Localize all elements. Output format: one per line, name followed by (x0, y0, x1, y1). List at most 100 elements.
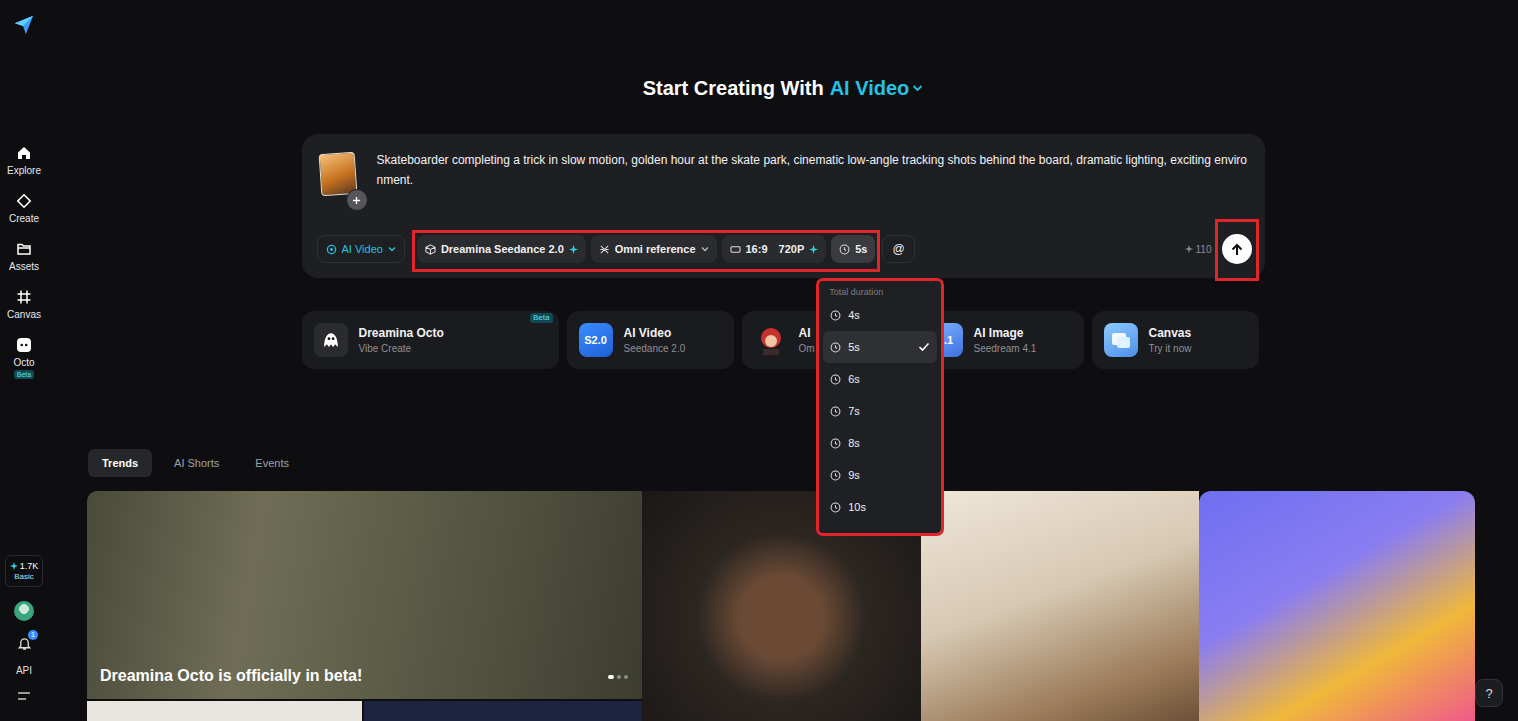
prompt-card: Skateboarder completing a trick in slow … (302, 134, 1265, 278)
octo-icon (16, 337, 32, 353)
title-text: Start Creating With (643, 76, 824, 100)
folder-icon (16, 241, 32, 257)
gallery-card[interactable] (364, 701, 642, 721)
shortcut-title: Dreamina Octo (359, 326, 444, 340)
mode-chip[interactable]: AI Video (317, 235, 405, 263)
sidebar-label: Octo (13, 357, 34, 369)
arrow-up-icon (1231, 243, 1243, 256)
clock-icon (830, 470, 841, 481)
shortcut-subtitle: Vibe Create (359, 343, 444, 354)
clock-icon (830, 406, 841, 417)
mode-selector[interactable]: AI Video (830, 76, 924, 100)
shortcut-text: Dreamina Octo Vibe Create (359, 326, 444, 354)
feed-tabs: Trends AI Shorts Events (48, 449, 1518, 477)
home-icon (16, 145, 32, 161)
sidebar-item[interactable]: Explore (7, 145, 41, 177)
clock-icon (830, 438, 841, 449)
sidebar-label: Create (9, 213, 39, 225)
credits-box[interactable]: 1.7K Basic (5, 555, 43, 587)
reference-chip[interactable]: Omni reference (591, 235, 717, 263)
help-button[interactable]: ? (1475, 679, 1503, 707)
banner-card[interactable]: Dreamina Octo is officially in beta! (87, 491, 642, 699)
duration-chip[interactable]: 5s (831, 235, 875, 263)
beta-badge: Beta (14, 370, 34, 379)
prompt-top: Skateboarder completing a trick in slow … (317, 150, 1252, 220)
clock-icon (830, 374, 841, 385)
sidebar-item[interactable]: Assets (9, 241, 39, 273)
notifications-button[interactable]: 1 (16, 635, 32, 651)
feed-tab[interactable]: Trends (88, 449, 152, 477)
duration-menu: Total duration 4s 5s 6s 7s 8s 9s 10s (819, 281, 941, 533)
gallery-column: Dreamina Octo is officially in beta! (87, 491, 642, 721)
shortcut-title: AI (799, 326, 815, 340)
gallery-row (87, 701, 642, 721)
avatar-icon (756, 325, 786, 355)
add-reference-button[interactable] (346, 189, 368, 211)
main-area: Start Creating With AI Video Skateboarde… (48, 0, 1518, 721)
carousel-dots (608, 675, 628, 679)
shortcut-subtitle: Om (799, 343, 815, 354)
duration-option[interactable]: 4s (823, 299, 937, 331)
shortcut-subtitle: Seedream 4.1 (974, 343, 1037, 354)
feed-tab[interactable]: AI Shorts (160, 449, 233, 477)
shortcut-card[interactable]: Canvas Try it now (1092, 311, 1259, 369)
duration-option[interactable]: 10s (823, 491, 937, 523)
gallery-card[interactable] (1199, 491, 1475, 721)
shortcut-subtitle: Seedance 2.0 (624, 343, 686, 354)
menu-icon[interactable] (17, 691, 31, 701)
user-avatar[interactable] (14, 601, 34, 621)
sparkle-icon (10, 562, 18, 570)
octo-icon (320, 329, 342, 351)
credit-cost: 110 (1185, 244, 1212, 255)
reference-thumbnail[interactable] (320, 153, 356, 197)
duration-option[interactable]: 5s (823, 331, 937, 363)
clock-icon (839, 244, 850, 255)
resolution: 720P (779, 243, 805, 255)
crop-icon (16, 289, 32, 305)
shortcut-icon: S2.0 (579, 323, 613, 357)
menu-title: Total duration (823, 285, 937, 299)
notification-badge: 1 (28, 630, 38, 640)
send-button[interactable] (1222, 234, 1252, 264)
gallery-card[interactable] (87, 701, 362, 721)
banner-caption: Dreamina Octo is officially in beta! (100, 667, 362, 685)
check-icon (918, 342, 930, 352)
sidebar-label: Explore (7, 165, 41, 177)
prompt-input[interactable]: Skateboarder completing a trick in slow … (377, 150, 1252, 220)
shortcut-card[interactable]: Dreamina Octo Vibe Create Beta (302, 311, 559, 369)
gallery-card[interactable] (921, 491, 1199, 721)
carousel-dot[interactable] (617, 675, 621, 679)
sparkle-icon (569, 245, 578, 254)
shortcut-icon (1104, 323, 1138, 357)
sparkle-icon (809, 245, 818, 254)
shortcut-card[interactable]: S2.0 AI Video Seedance 2.0 (567, 311, 734, 369)
beta-badge: Beta (530, 313, 552, 323)
shortcut-text: AI Image Seedream 4.1 (974, 326, 1037, 354)
shortcut-icon (754, 323, 788, 357)
reference-icon (599, 244, 610, 255)
shortcut-card[interactable]: 4.1 AI Image Seedream 4.1 (917, 311, 1084, 369)
model-chip[interactable]: Dreamina Seedance 2.0 (417, 235, 586, 263)
duration-option[interactable]: 6s (823, 363, 937, 395)
plus-icon (352, 196, 361, 205)
duration-option[interactable]: 7s (823, 395, 937, 427)
credit-amount: 1.7K (10, 561, 39, 572)
duration-option[interactable]: 8s (823, 427, 937, 459)
duration-option[interactable]: 9s (823, 459, 937, 491)
sidebar-item[interactable]: Canvas (7, 289, 41, 321)
sidebar-item[interactable]: Create (9, 193, 39, 225)
feed-tab[interactable]: Events (241, 449, 303, 477)
carousel-dot[interactable] (608, 675, 614, 679)
shortcut-title: AI Video (624, 326, 686, 340)
logo-icon[interactable] (13, 14, 35, 36)
api-link[interactable]: API (16, 665, 32, 677)
aspect-ratio-icon (730, 245, 741, 254)
prompt-toolbar: AI Video Dreamina Seedance 2.0 Omni refe… (317, 234, 1252, 264)
chevron-down-icon (912, 84, 923, 92)
shortcut-title: AI Image (974, 326, 1037, 340)
icon-label: S2.0 (584, 334, 607, 346)
carousel-dot[interactable] (624, 675, 628, 679)
mention-button[interactable]: @ (882, 235, 914, 263)
sidebar-item[interactable]: Octo Beta (13, 337, 34, 379)
ratio-chip[interactable]: 16:9 720P (722, 235, 827, 263)
